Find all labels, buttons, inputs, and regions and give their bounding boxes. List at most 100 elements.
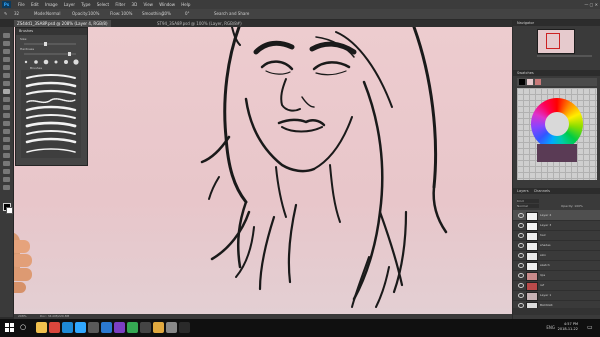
- obs-icon[interactable]: [179, 322, 190, 333]
- terminal-icon[interactable]: [140, 322, 151, 333]
- brushes-panel-header[interactable]: Brushes: [16, 28, 87, 35]
- settings-icon[interactable]: [166, 322, 177, 333]
- menu-file[interactable]: File: [18, 2, 25, 7]
- navigator-thumbnail[interactable]: [537, 29, 575, 54]
- navigator-zoom-slider[interactable]: [537, 55, 592, 57]
- navigator-zoom: [517, 54, 595, 58]
- photoshop-icon[interactable]: [75, 322, 86, 333]
- eye-icon[interactable]: [518, 283, 524, 288]
- pen-tool-icon[interactable]: [3, 145, 10, 150]
- color-wheel-swatch-grid[interactable]: [517, 88, 597, 180]
- flow-label: Flow:: [110, 11, 121, 16]
- brush-tool-icon[interactable]: ✎: [4, 9, 7, 19]
- menu-type[interactable]: Type: [81, 2, 90, 7]
- move-tool-icon[interactable]: [3, 33, 10, 38]
- menu-select[interactable]: Select: [97, 2, 109, 7]
- edge-icon[interactable]: [62, 322, 73, 333]
- menu-window[interactable]: Window: [159, 2, 175, 7]
- line-art-drawing: [200, 27, 448, 308]
- history-brush-tool-icon[interactable]: [3, 105, 10, 110]
- photoshop-logo[interactable]: Ps: [2, 1, 11, 8]
- hand-tool-icon[interactable]: [3, 177, 10, 182]
- layer-blend-mode[interactable]: Normal: [517, 204, 539, 208]
- navigator-panel-header[interactable]: Navigator: [513, 20, 600, 26]
- swatches-panel-header[interactable]: Swatches: [513, 70, 600, 76]
- angle-value[interactable]: 0°: [185, 9, 190, 19]
- menu-items: File Edit Image Layer Type Select Filter…: [18, 0, 195, 9]
- flow-value[interactable]: 100%: [121, 9, 132, 19]
- tray-lang[interactable]: ENG: [546, 325, 555, 330]
- brush-tool-icon[interactable]: [3, 89, 10, 94]
- layers-footer-buttons[interactable]: [513, 308, 600, 315]
- brush-size-value[interactable]: 32: [14, 9, 19, 19]
- eye-icon[interactable]: [518, 243, 524, 248]
- eye-icon[interactable]: [518, 223, 524, 228]
- window-controls[interactable]: — ▢ ✕: [584, 0, 598, 9]
- eye-icon[interactable]: [518, 233, 524, 238]
- notifications-icon[interactable]: ▭: [587, 323, 596, 332]
- healing-tool-icon[interactable]: [3, 81, 10, 86]
- lasso-tool-icon[interactable]: [3, 49, 10, 54]
- swatch-recent-row[interactable]: [517, 78, 597, 86]
- gradient-tool-icon[interactable]: [3, 121, 10, 126]
- tab-active-document[interactable]: ZS4dd1_3SA8P.psd @ 208% (Layer 4, RGB/8): [14, 20, 111, 27]
- media-icon[interactable]: [114, 322, 125, 333]
- menu-layer[interactable]: Layer: [64, 2, 75, 7]
- dodge-tool-icon[interactable]: [3, 137, 10, 142]
- menu-filter[interactable]: Filter: [115, 2, 125, 7]
- tab-channels[interactable]: Channels: [534, 189, 550, 193]
- opacity-value[interactable]: 100%: [88, 9, 99, 19]
- brush-preset-list[interactable]: [21, 70, 81, 158]
- tab-layers[interactable]: Layers: [517, 189, 529, 193]
- menu-help[interactable]: Help: [181, 2, 190, 7]
- mode-select[interactable]: Normal: [46, 9, 60, 19]
- chrome-icon[interactable]: [49, 322, 60, 333]
- menu-3d[interactable]: 3D: [132, 2, 138, 7]
- shape-tool-icon[interactable]: [3, 169, 10, 174]
- layer-opacity[interactable]: Opacity: 100%: [561, 204, 583, 209]
- folder-icon[interactable]: [153, 322, 164, 333]
- menu-view[interactable]: View: [143, 2, 153, 7]
- zoom-tool-icon[interactable]: [3, 185, 10, 190]
- eye-icon[interactable]: [518, 253, 524, 258]
- eyedropper-tool-icon[interactable]: [3, 73, 10, 78]
- eye-icon[interactable]: [518, 213, 524, 218]
- blur-tool-icon[interactable]: [3, 129, 10, 134]
- brushes-panel-title: Brushes: [19, 29, 34, 33]
- eraser-tool-icon[interactable]: [3, 113, 10, 118]
- smoothing-value[interactable]: 10%: [162, 9, 171, 19]
- stamp-tool-icon[interactable]: [3, 97, 10, 102]
- app-icon[interactable]: [127, 322, 138, 333]
- brush-size-slider[interactable]: [24, 42, 76, 46]
- navigator-view-box[interactable]: [546, 33, 560, 49]
- eye-icon[interactable]: [518, 263, 524, 268]
- menu-image[interactable]: Image: [45, 2, 58, 7]
- tab-second-document[interactable]: ST94_3SA8P.psd @ 100% (Layer, RGB/8#): [154, 20, 245, 27]
- color-wheel[interactable]: [531, 98, 583, 150]
- quick-select-tool-icon[interactable]: [3, 57, 10, 62]
- menu-edit[interactable]: Edit: [31, 2, 39, 7]
- mode-label: Mode:: [34, 11, 47, 16]
- path-select-tool-icon[interactable]: [3, 161, 10, 166]
- swatch-dark-block[interactable]: [537, 144, 577, 162]
- layer-kind-filter[interactable]: Kind: [517, 199, 539, 203]
- mail-icon[interactable]: [101, 322, 112, 333]
- webcam-hand-overlay: [14, 232, 34, 314]
- eye-icon[interactable]: [518, 273, 524, 278]
- marquee-tool-icon[interactable]: [3, 41, 10, 46]
- brushes-panel: Brushes Size: Hardness Brushes: [15, 27, 88, 166]
- document-canvas[interactable]: [14, 27, 512, 314]
- crop-tool-icon[interactable]: [3, 65, 10, 70]
- search-share-button[interactable]: Search and Share: [214, 9, 249, 19]
- store-icon[interactable]: [88, 322, 99, 333]
- brush-hardness-slider[interactable]: [24, 52, 76, 56]
- tray-clock[interactable]: 4:57 PM 2018-11-22: [558, 319, 578, 332]
- file-explorer-icon[interactable]: [36, 322, 47, 333]
- type-tool-icon[interactable]: [3, 153, 10, 158]
- background-color-swatch[interactable]: [6, 207, 13, 214]
- search-icon[interactable]: ○: [20, 323, 29, 332]
- tools-panel: [0, 27, 14, 317]
- windows-start-icon[interactable]: [5, 323, 14, 332]
- brush-hardness-label: Hardness: [20, 47, 35, 51]
- eye-icon[interactable]: [518, 293, 524, 298]
